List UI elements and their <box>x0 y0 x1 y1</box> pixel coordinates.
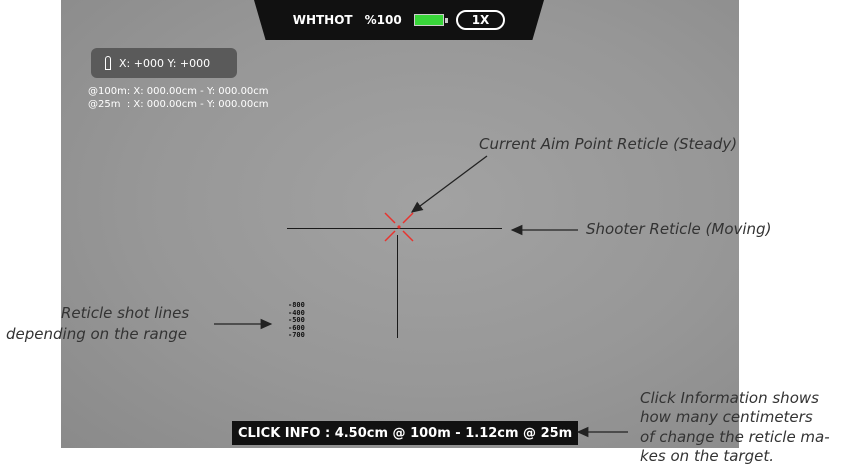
annotation-arrows <box>214 155 628 438</box>
arrow-aim-point <box>410 155 488 213</box>
